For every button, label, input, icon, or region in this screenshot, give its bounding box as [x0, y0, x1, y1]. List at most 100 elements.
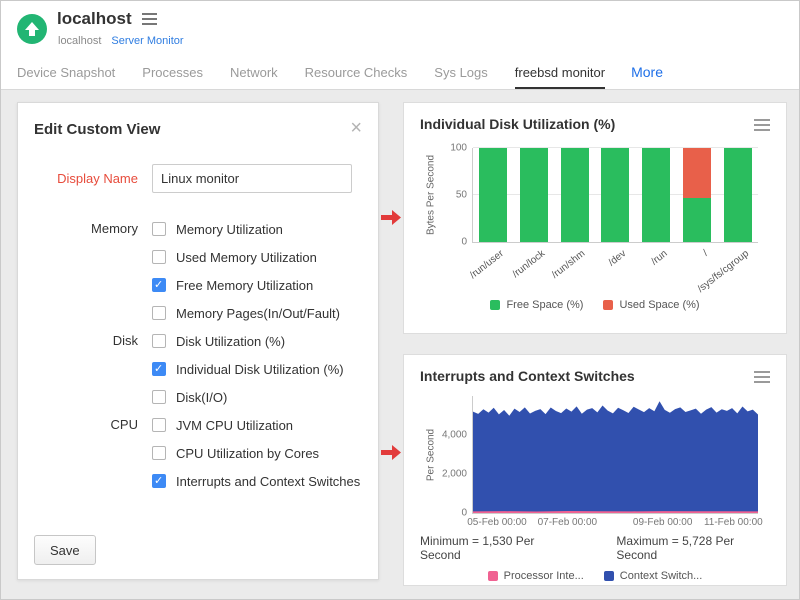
legend-label: Context Switch... [620, 570, 703, 582]
bar-category-label: / [701, 248, 710, 258]
checkbox-option-used-memory-utilization[interactable]: Used Memory Utilization [152, 243, 362, 271]
chart-menu-icon[interactable] [754, 116, 770, 134]
checkbox-checked[interactable] [152, 474, 166, 488]
group-label: CPU [34, 411, 152, 495]
bar-dev[interactable] [601, 148, 629, 242]
bar-run-user[interactable] [479, 148, 507, 242]
checkbox-option-interrupts-and-context-switches[interactable]: Interrupts and Context Switches [152, 467, 362, 495]
header: localhost localhost Server Monitor [1, 1, 799, 57]
bar-category-cell: /run [635, 243, 676, 291]
checkbox-checked[interactable] [152, 278, 166, 292]
checkbox-option-jvm-cpu-utilization[interactable]: JVM CPU Utilization [152, 411, 362, 439]
checkbox-label: Individual Disk Utilization (%) [176, 362, 344, 377]
checkbox-unchecked[interactable] [152, 418, 166, 432]
legend-item-used-space[interactable]: Used Space (%) [603, 299, 699, 311]
bar-category-cell: /run/user [472, 243, 513, 291]
monitor-up-icon [17, 14, 47, 44]
legend-swatch [603, 300, 613, 310]
more-link[interactable]: More [631, 57, 663, 89]
breadcrumb-host[interactable]: localhost [58, 35, 101, 47]
checkbox-unchecked[interactable] [152, 222, 166, 236]
disk-chart-legend: Free Space (%) Used Space (%) [420, 299, 770, 311]
free-space-segment [642, 148, 670, 242]
bar-[interactable] [683, 148, 711, 242]
tab-freebsd-monitor[interactable]: freebsd monitor [515, 57, 605, 89]
group-memory: MemoryMemory Utilization Used Memory Util… [34, 215, 362, 327]
legend-swatch [488, 571, 498, 581]
checkbox-option-disk-i-o[interactable]: Disk(I/O) [152, 383, 362, 411]
breadcrumb-server-monitor[interactable]: Server Monitor [111, 35, 183, 47]
chart-menu-icon[interactable] [754, 368, 770, 386]
checkbox-label: Memory Pages(In/Out/Fault) [176, 306, 340, 321]
minimum-stat: Minimum = 1,530 Per Second [420, 534, 570, 562]
checkbox-option-free-memory-utilization[interactable]: Free Memory Utilization [152, 271, 362, 299]
y-tick-label: 100 [450, 143, 467, 154]
page-title: localhost [57, 9, 132, 29]
checkbox-option-individual-disk-utilization[interactable]: Individual Disk Utilization (%) [152, 355, 362, 383]
legend-label: Processor Inte... [504, 570, 584, 582]
checkbox-unchecked[interactable] [152, 390, 166, 404]
group-label: Memory [34, 215, 152, 327]
bar-sys-fs-cgroup[interactable] [724, 148, 752, 242]
checkbox-label: Disk(I/O) [176, 390, 227, 405]
bar-run-lock[interactable] [520, 148, 548, 242]
legend-swatch [604, 571, 614, 581]
tab-network[interactable]: Network [230, 57, 278, 89]
checkbox-label: CPU Utilization by Cores [176, 446, 319, 461]
tab-device-snapshot[interactable]: Device Snapshot [17, 57, 115, 89]
interrupts-chart-legend: Processor Inte... Context Switch... [420, 570, 770, 582]
y-tick-label: 4,000 [442, 430, 467, 441]
y-tick-label: 0 [461, 508, 467, 519]
display-name-label: Display Name [34, 171, 152, 186]
close-icon[interactable]: × [350, 121, 362, 135]
checkbox-unchecked[interactable] [152, 306, 166, 320]
edit-custom-view-modal: Edit Custom View × Display Name MemoryMe… [17, 102, 379, 580]
breadcrumb: localhost Server Monitor [58, 35, 184, 47]
legend-label: Free Space (%) [506, 299, 583, 311]
x-axis-label: 11-Feb 00:00 [704, 517, 763, 528]
bar-category-cell: /run/lock [513, 243, 554, 291]
y-tick-label: 0 [461, 237, 467, 248]
checkbox-unchecked[interactable] [152, 250, 166, 264]
display-name-input[interactable] [152, 164, 352, 193]
checkbox-checked[interactable] [152, 362, 166, 376]
free-space-segment [683, 198, 711, 242]
tab-bar: Device Snapshot Processes Network Resource … [1, 57, 799, 90]
main-content: Edit Custom View × Display Name MemoryMe… [1, 91, 799, 599]
checkbox-label: Used Memory Utilization [176, 250, 317, 265]
group-label: Disk [34, 327, 152, 411]
save-button[interactable]: Save [34, 535, 96, 565]
tab-sys-logs[interactable]: Sys Logs [434, 57, 487, 89]
y-tick-label: 2,000 [442, 469, 467, 480]
checkbox-label: Disk Utilization (%) [176, 334, 285, 349]
modal-title: Edit Custom View [34, 121, 160, 138]
red-arrow-icon [381, 209, 402, 226]
checkbox-label: JVM CPU Utilization [176, 418, 293, 433]
free-space-segment [601, 148, 629, 242]
red-arrow-icon [381, 444, 402, 461]
legend-item-context-switch[interactable]: Context Switch... [604, 570, 703, 582]
title-menu-icon[interactable] [142, 11, 157, 28]
checkbox-option-cpu-utilization-by-cores[interactable]: CPU Utilization by Cores [152, 439, 362, 467]
tab-resource-checks[interactable]: Resource Checks [305, 57, 408, 89]
interrupts-chart-title: Interrupts and Context Switches [420, 368, 635, 384]
interrupts-chart-x-labels: 05-Feb 00:0007-Feb 00:0009-Feb 00:0011-F… [472, 514, 758, 530]
checkbox-option-memory-utilization[interactable]: Memory Utilization [152, 215, 362, 243]
legend-item-free-space[interactable]: Free Space (%) [490, 299, 583, 311]
tab-processes[interactable]: Processes [142, 57, 203, 89]
area-series-processor-inte [473, 511, 758, 513]
checkbox-unchecked[interactable] [152, 334, 166, 348]
bar-category-label: /run/shm [550, 248, 587, 281]
metric-groups: MemoryMemory Utilization Used Memory Util… [34, 215, 362, 495]
checkbox-unchecked[interactable] [152, 446, 166, 460]
bar-run-shm[interactable] [561, 148, 589, 242]
interrupts-card: Interrupts and Context Switches Per Seco… [403, 354, 787, 586]
maximum-stat: Maximum = 5,728 Per Second [616, 534, 770, 562]
disk-bar-chart: Bytes Per Second 050100 [472, 148, 758, 243]
checkbox-option-disk-utilization[interactable]: Disk Utilization (%) [152, 327, 362, 355]
chart-stats: Minimum = 1,530 Per Second Maximum = 5,7… [420, 534, 770, 562]
display-name-row: Display Name [34, 164, 362, 193]
bar-run[interactable] [642, 148, 670, 242]
legend-item-processor-inte[interactable]: Processor Inte... [488, 570, 584, 582]
checkbox-option-memory-pages-in-out-fault[interactable]: Memory Pages(In/Out/Fault) [152, 299, 362, 327]
